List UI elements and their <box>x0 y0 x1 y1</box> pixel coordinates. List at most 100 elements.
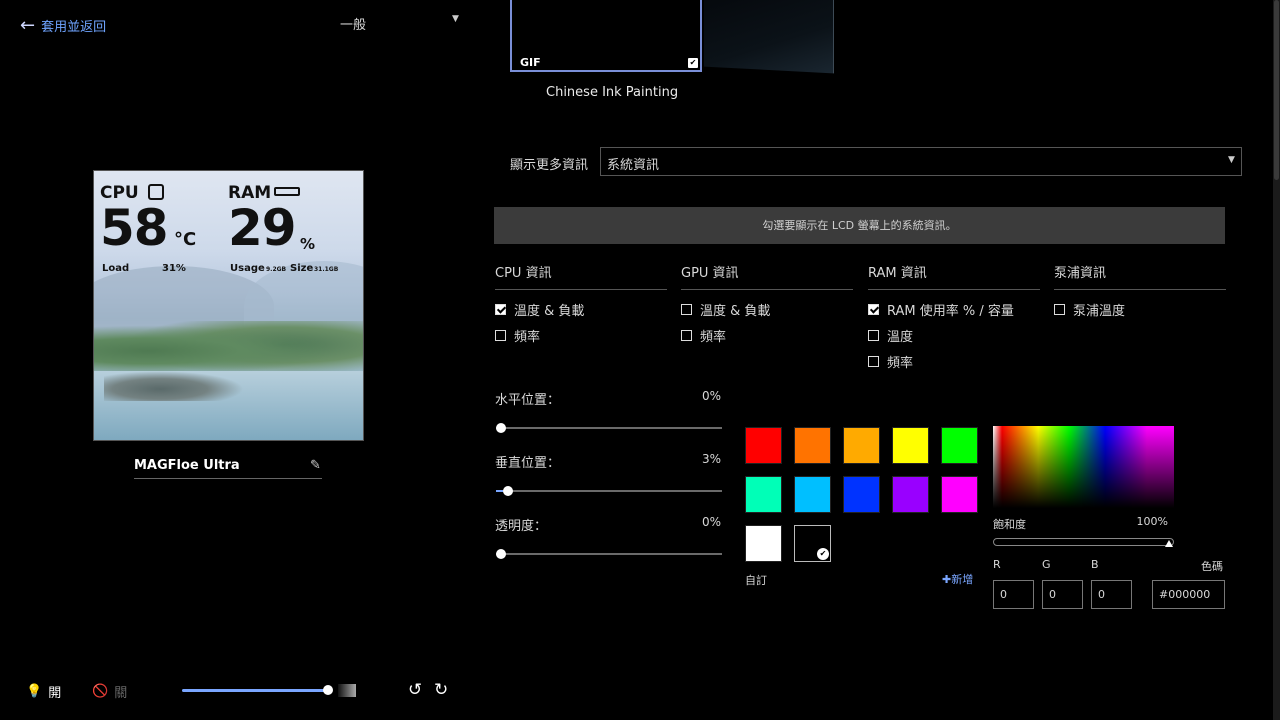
checkbox-checked[interactable] <box>868 303 879 315</box>
mode-dropdown[interactable]: 一般 <box>340 14 366 33</box>
category-option[interactable]: RAM 使用率 % / 容量 <box>868 302 1040 319</box>
checkbox-unchecked[interactable] <box>681 329 692 341</box>
color-picker-area[interactable] <box>993 426 1174 508</box>
saturation-slider-knob[interactable] <box>1165 540 1173 547</box>
add-color-label: 新增 <box>951 573 974 586</box>
slider-track[interactable] <box>496 549 722 559</box>
color-swatch[interactable] <box>745 427 782 464</box>
scrollbar-thumb[interactable] <box>1274 0 1279 180</box>
category-title: CPU 資訊 <box>495 262 667 290</box>
b-label: B <box>1091 558 1099 571</box>
checkbox-unchecked[interactable] <box>868 355 879 367</box>
category-title: RAM 資訊 <box>868 262 1040 290</box>
rotate-left-icon[interactable]: ↺ <box>408 680 422 700</box>
category-title: 泵浦資訊 <box>1054 262 1226 290</box>
option-label: 頻率 <box>700 329 727 345</box>
checkbox-unchecked[interactable] <box>1054 303 1065 315</box>
device-name-underline <box>134 478 322 479</box>
theme-thumbnail[interactable] <box>704 0 834 74</box>
preview-ram-unit: % <box>300 235 316 253</box>
device-name: MAGFloe Ultra <box>134 458 240 473</box>
info-category: RAM 資訊 RAM 使用率 % / 容量溫度頻率 <box>868 262 1040 371</box>
custom-color-label: 自訂 <box>745 574 767 587</box>
slider-fill <box>496 490 503 492</box>
back-label: 套用並返回 <box>41 20 107 35</box>
slider-knob[interactable] <box>496 423 506 433</box>
color-swatch[interactable] <box>843 427 880 464</box>
theme-title: Chinese Ink Painting <box>546 85 679 100</box>
color-swatch[interactable] <box>745 525 782 562</box>
light-off-button[interactable]: 🚫 關 <box>92 682 127 701</box>
caret-down-icon[interactable]: ▼ <box>1228 155 1235 165</box>
option-label: 溫度 <box>887 329 914 345</box>
checkbox-unchecked[interactable] <box>681 303 692 315</box>
checkbox-unchecked[interactable] <box>495 329 506 341</box>
edit-pencil-icon[interactable]: ✎ <box>310 458 321 473</box>
color-swatch[interactable] <box>941 427 978 464</box>
saturation-value: 100% <box>1136 515 1168 528</box>
light-on-button[interactable]: 💡 開 <box>26 682 61 701</box>
preview-usage-value: 9.2GB <box>266 266 287 273</box>
checkbox-checked[interactable] <box>495 303 506 315</box>
color-swatch[interactable] <box>794 476 831 513</box>
checkbox-unchecked[interactable] <box>868 329 879 341</box>
light-on-label: 開 <box>48 686 62 701</box>
bulb-on-icon: 💡 <box>26 684 43 699</box>
saturation-slider[interactable] <box>993 538 1174 546</box>
r-input[interactable]: 0 <box>993 580 1034 609</box>
category-option[interactable]: 頻率 <box>868 354 1040 371</box>
slider-knob[interactable] <box>496 549 506 559</box>
category-option[interactable]: 頻率 <box>495 328 667 345</box>
slider-label: 垂直位置： <box>495 456 561 471</box>
preview-load-label: Load <box>102 263 130 274</box>
category-title: GPU 資訊 <box>681 262 853 290</box>
preview-load-value: 31% <box>162 263 186 274</box>
color-swatch[interactable] <box>892 476 929 513</box>
color-swatch[interactable] <box>892 427 929 464</box>
brightness-gradient-icon <box>338 684 356 697</box>
category-option[interactable]: 溫度 <box>868 328 1040 345</box>
category-option[interactable]: 泵浦溫度 <box>1054 302 1226 319</box>
option-label: 泵浦溫度 <box>1073 303 1126 319</box>
option-label: 頻率 <box>887 355 914 371</box>
caret-down-icon[interactable]: ▼ <box>452 14 459 24</box>
slider-track[interactable] <box>496 486 722 496</box>
b-input[interactable]: 0 <box>1091 580 1132 609</box>
slider-value: 0% <box>701 389 721 403</box>
slider-knob[interactable] <box>502 486 513 496</box>
selected-check-icon: ✔ <box>817 548 829 560</box>
more-info-select[interactable]: 系統資訊 <box>600 147 1242 176</box>
category-option[interactable]: 溫度 & 負載 <box>495 302 667 319</box>
option-label: 溫度 & 負載 <box>514 303 585 319</box>
color-swatch[interactable] <box>843 476 880 513</box>
lcd-preview: CPU RAM 58 °C 29 % Load 31% Usage 9.2GB … <box>93 170 364 441</box>
brightness-slider-track[interactable] <box>182 689 328 692</box>
add-color-button[interactable]: ✚新增 <box>942 571 973 587</box>
preview-cpu-temp: 58 <box>100 199 169 257</box>
hex-input[interactable]: #000000 <box>1152 580 1225 609</box>
preview-size-value: 31.1GB <box>314 266 339 273</box>
preview-ram-value: 29 <box>228 199 297 257</box>
color-swatch[interactable] <box>794 427 831 464</box>
preview-rocks <box>104 371 244 401</box>
bulb-off-icon: 🚫 <box>92 684 109 699</box>
info-banner: 勾選要顯示在 LCD 螢幕上的系統資訊。 <box>494 207 1225 244</box>
ram-stick-icon <box>274 187 300 196</box>
category-option[interactable]: 頻率 <box>681 328 853 345</box>
color-swatch[interactable]: ✔ <box>794 525 831 562</box>
r-label: R <box>993 558 1001 571</box>
info-category: 泵浦資訊泵浦溫度 <box>1054 262 1226 319</box>
slider-track[interactable] <box>496 423 722 433</box>
category-option[interactable]: 溫度 & 負載 <box>681 302 853 319</box>
color-swatch[interactable] <box>941 476 978 513</box>
light-off-label: 關 <box>114 686 128 701</box>
color-swatch[interactable] <box>745 476 782 513</box>
rotate-right-icon[interactable]: ↻ <box>434 680 448 700</box>
g-input[interactable]: 0 <box>1042 580 1083 609</box>
brightness-slider-knob[interactable] <box>323 685 333 695</box>
arrow-left-icon: ← <box>20 14 36 36</box>
info-category: CPU 資訊溫度 & 負載頻率 <box>495 262 667 345</box>
back-button[interactable]: ← 套用並返回 <box>20 16 106 35</box>
preview-cpu-unit: °C <box>174 229 197 250</box>
option-label: 溫度 & 負載 <box>700 303 771 319</box>
